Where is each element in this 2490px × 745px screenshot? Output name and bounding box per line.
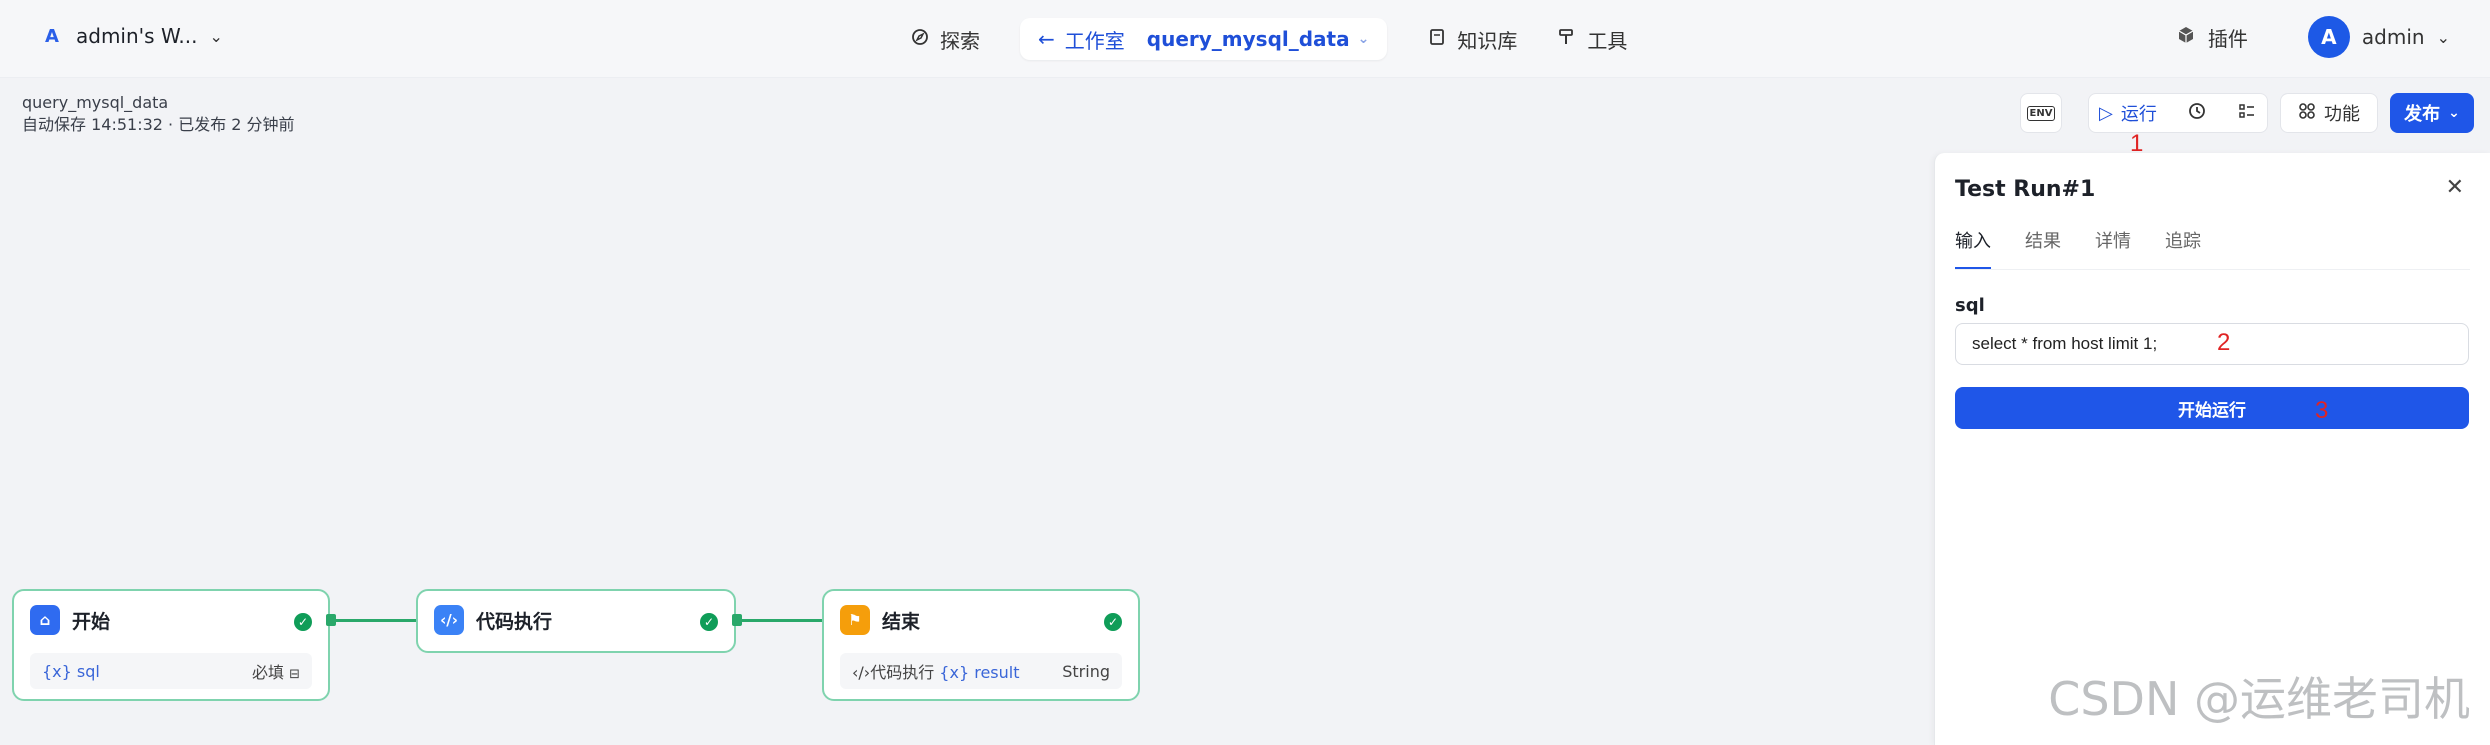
tabs-divider: [1955, 269, 2470, 270]
workspace-name: admin's W...: [76, 24, 198, 48]
book-icon: [1427, 27, 1447, 52]
nav-studio[interactable]: ← 工作室: [1038, 25, 1125, 54]
panel-title: Test Run#1: [1955, 177, 2096, 202]
nav-explore-label: 探索: [940, 28, 980, 53]
source-node-ref: ‹/›代码执行: [852, 663, 935, 682]
hammer-icon: [1557, 27, 1577, 52]
connector-1-handle[interactable]: [326, 614, 336, 626]
node-code-title: 代码执行: [476, 610, 553, 633]
check-icon: ✓: [1104, 613, 1122, 631]
node-end-title: 结束: [882, 610, 921, 633]
play-icon: ▷: [2099, 102, 2113, 124]
chevron-down-icon: ⌄: [2448, 105, 2460, 121]
user-name: admin: [2361, 25, 2425, 49]
nav-tools[interactable]: 工具: [1557, 25, 1627, 54]
nav-studio-pill: ← 工作室 query_mysql_data ⌄: [1020, 18, 1388, 60]
cube-icon: [2176, 25, 2196, 50]
nav-studio-label: 工作室: [1064, 28, 1125, 53]
top-bar: A admin's W... ⌄ 探索 ← 工作室 query_mysql_da…: [0, 0, 2490, 78]
tab-detail[interactable]: 详情: [2095, 227, 2131, 270]
flow-info: query_mysql_data 自动保存 14:51:32 · 已发布 2 分…: [22, 92, 295, 136]
tab-result[interactable]: 结果: [2025, 227, 2061, 270]
compass-icon: [910, 27, 930, 52]
chevron-down-icon: ⌄: [2436, 27, 2450, 47]
sql-field-label: sql: [1955, 295, 1985, 316]
tab-trace[interactable]: 追踪: [2165, 227, 2201, 270]
flow-selector[interactable]: query_mysql_data ⌄: [1147, 27, 1370, 51]
start-run-label: 开始运行: [2178, 400, 2246, 421]
home-icon: ⌂: [30, 605, 60, 635]
connector-2-handle[interactable]: [732, 614, 742, 626]
run-button[interactable]: ▷ 运行: [2099, 100, 2157, 126]
avatar: A: [2307, 16, 2350, 58]
node-end-header: ⚑ 结束: [840, 605, 920, 635]
node-code[interactable]: ‹/› 代码执行 ✓: [416, 589, 736, 653]
plugin-button[interactable]: 插件: [2176, 23, 2248, 52]
start-run-button[interactable]: 开始运行: [1955, 387, 2469, 429]
variable-icon: {x}: [939, 663, 970, 682]
feature-label: 功能: [2324, 104, 2360, 125]
connector-1: [330, 619, 416, 622]
node-start-param: {x} sql 必填 ⊟: [30, 653, 312, 689]
tab-input[interactable]: 输入: [1955, 227, 1991, 270]
node-end-param: ‹/›代码执行 {x} result String: [840, 653, 1122, 689]
arrow-left-icon: ←: [1038, 27, 1055, 51]
flow-save-status: 自动保存 14:51:32 · 已发布 2 分钟前: [22, 115, 295, 134]
workspace-avatar: A: [45, 25, 59, 47]
flag-icon: ⚑: [840, 605, 870, 635]
test-run-panel: Test Run#1 ✕ 输入 结果 详情 追踪 sql select * fr…: [1934, 153, 2490, 745]
run-toolbar-group: ▷ 运行: [2088, 93, 2268, 133]
flow-name: query_mysql_data: [22, 93, 169, 112]
env-icon: ENV: [2026, 105, 2056, 121]
main-nav: 探索 ← 工作室 query_mysql_data ⌄ 知识库 工具: [910, 18, 1627, 60]
chevron-down-icon: ⌄: [209, 26, 223, 46]
check-icon: ✓: [700, 613, 718, 631]
env-button[interactable]: ENV: [2020, 93, 2062, 133]
history-icon[interactable]: [2187, 101, 2207, 126]
nav-tools-label: 工具: [1587, 28, 1628, 53]
run-label: 运行: [2120, 104, 2157, 125]
param-required: 必填: [251, 663, 284, 682]
apps-icon: [2298, 102, 2316, 125]
nav-knowledge-label: 知识库: [1457, 28, 1518, 53]
workspace-switcher[interactable]: A admin's W... ⌄: [40, 24, 223, 48]
nav-explore[interactable]: 探索: [910, 25, 980, 54]
sql-input-value: select * from host limit 1;: [1972, 334, 2158, 353]
node-start-title: 开始: [72, 610, 111, 633]
connector-2: [736, 619, 822, 622]
param-name: sql: [76, 661, 100, 681]
publish-button[interactable]: 发布 ⌄: [2390, 93, 2474, 133]
publish-label: 发布: [2404, 104, 2441, 125]
checklist-icon[interactable]: [2237, 101, 2257, 126]
code-icon: ‹/›: [434, 605, 464, 635]
top-right-area: 插件 A admin ⌄: [2176, 16, 2450, 58]
user-menu[interactable]: A admin ⌄: [2307, 16, 2450, 58]
watermark: CSDN @运维老司机: [2048, 672, 2470, 726]
node-start[interactable]: ⌂ 开始 ✓ {x} sql 必填 ⊟: [12, 589, 330, 701]
box-icon: ⊟: [289, 667, 300, 682]
param-name: result: [974, 663, 1020, 682]
feature-button[interactable]: 功能: [2280, 93, 2378, 133]
node-start-header: ⌂ 开始: [30, 605, 110, 635]
sql-input[interactable]: select * from host limit 1;: [1955, 323, 2469, 365]
panel-tabs: 输入 结果 详情 追踪: [1955, 227, 2201, 270]
node-code-header: ‹/› 代码执行: [434, 605, 552, 635]
param-type: String: [1062, 661, 1110, 681]
nav-knowledge[interactable]: 知识库: [1427, 25, 1517, 54]
check-icon: ✓: [294, 613, 312, 631]
close-icon[interactable]: ✕: [2446, 175, 2464, 200]
annotation-2: 2: [2217, 329, 2231, 356]
flow-selector-label: query_mysql_data: [1146, 27, 1350, 51]
plugin-label: 插件: [2207, 26, 2248, 51]
variable-icon: {x}: [42, 661, 72, 681]
node-end[interactable]: ⚑ 结束 ✓ ‹/›代码执行 {x} result String: [822, 589, 1140, 701]
chevron-down-icon: ⌄: [1357, 31, 1370, 47]
annotation-3: 3: [2315, 397, 2329, 424]
